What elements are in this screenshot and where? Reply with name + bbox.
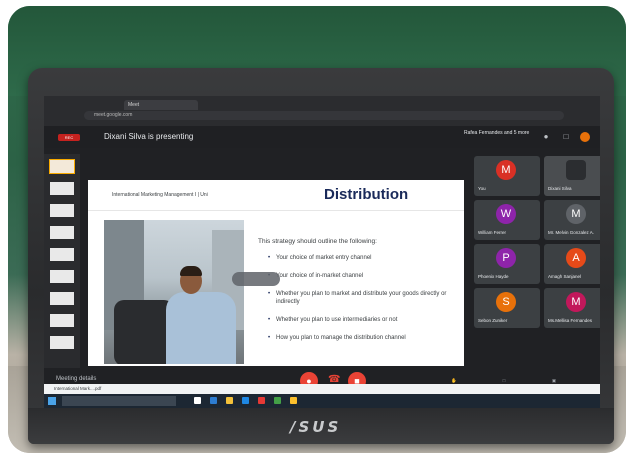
- participant-avatar: P: [496, 248, 516, 268]
- brand-logo: /SUS: [290, 418, 342, 436]
- annotation-toolbar[interactable]: [232, 272, 280, 286]
- slide-thumbnail[interactable]: [49, 159, 75, 174]
- slide-thumbnail[interactable]: [50, 270, 74, 283]
- slide-bullets: Your choice of market entry channel Your…: [268, 254, 458, 352]
- participant-avatar: M: [566, 204, 586, 224]
- slide-intro: This strategy should outline the followi…: [258, 238, 377, 245]
- browser-chrome: Meet meet.google.com: [44, 96, 600, 126]
- edge-icon[interactable]: [210, 397, 217, 404]
- participant-tile[interactable]: M You: [474, 156, 540, 196]
- meeting-details-button[interactable]: Meeting details: [56, 376, 96, 382]
- slide-thumbnail[interactable]: [50, 204, 74, 217]
- slide-thumbnail[interactable]: [50, 248, 74, 261]
- store-icon[interactable]: [242, 397, 249, 404]
- task-view-icon[interactable]: [194, 397, 201, 404]
- backpack: [114, 300, 174, 364]
- avatar[interactable]: [580, 132, 590, 142]
- participant-tile[interactable]: A Amagh Sanjanel: [544, 244, 600, 284]
- folder-icon[interactable]: [226, 397, 233, 404]
- app-icon[interactable]: [258, 397, 265, 404]
- bullet-item: Your choice of in-market channel: [268, 272, 458, 280]
- slide-thumbnails: [44, 154, 80, 384]
- participant-tile[interactable]: P Phoenix Hayde: [474, 244, 540, 284]
- person-hair: [180, 266, 202, 276]
- slide-header: International Marketing Management I | U…: [88, 180, 464, 211]
- participant-tile[interactable]: W William Ferrer: [474, 200, 540, 240]
- laptop-screen: Meet meet.google.com REC Dixani Silva is…: [44, 96, 600, 408]
- captions-button[interactable]: □: [484, 378, 524, 383]
- people-icon[interactable]: ●: [538, 132, 554, 142]
- windows-start-icon[interactable]: [48, 397, 56, 405]
- participant-tile[interactable]: M Mr. Melvin Gonzalez A.: [544, 200, 600, 240]
- participant-name: Sebon Zuniker: [478, 318, 508, 323]
- person-body: [166, 292, 236, 364]
- slide-thumbnail[interactable]: [50, 182, 74, 195]
- download-item[interactable]: International Mark....pdf: [54, 386, 101, 391]
- slide-photo: [104, 220, 244, 364]
- participant-name: Ms.Mellisa Fernandes: [548, 318, 593, 323]
- participant-avatar: M: [496, 160, 516, 180]
- laptop: Meet meet.google.com REC Dixani Silva is…: [28, 68, 614, 444]
- address-bar[interactable]: meet.google.com: [84, 111, 564, 120]
- taskbar-search[interactable]: [62, 396, 176, 406]
- participant-tile[interactable]: M Ms.Mellisa Fernandes: [544, 288, 600, 328]
- slide-thumbnail[interactable]: [50, 292, 74, 305]
- slide-thumbnail[interactable]: [50, 336, 74, 349]
- bullet-item: Whether you plan to market and distribut…: [268, 290, 458, 306]
- presenting-text: Dixani Silva is presenting: [104, 132, 194, 141]
- participant-tile[interactable]: Dixani Silva: [544, 156, 600, 196]
- download-bar: [44, 384, 600, 394]
- participant-name: Dixani Silva: [548, 186, 572, 191]
- participant-avatar: S: [496, 292, 516, 312]
- participant-name: Mr. Melvin Gonzalez A.: [548, 230, 595, 235]
- bullet-item: How you plan to manage the distribution …: [268, 334, 458, 342]
- photo-frame: Meet meet.google.com REC Dixani Silva is…: [8, 6, 626, 453]
- slide-course-title: International Marketing Management I | U…: [112, 192, 208, 198]
- participant-avatar: M: [566, 292, 586, 312]
- slide-thumbnail[interactable]: [50, 226, 74, 239]
- bullet-item: Your choice of market entry channel: [268, 254, 458, 262]
- slide-title: Distribution: [324, 186, 409, 203]
- chrome-icon[interactable]: [274, 397, 281, 404]
- slide-thumbnail[interactable]: [50, 314, 74, 327]
- participant-video: [566, 160, 586, 180]
- participant-avatar: W: [496, 204, 516, 224]
- participant-avatar: A: [566, 248, 586, 268]
- bullet-item: Whether you plan to use intermediaries o…: [268, 316, 458, 324]
- participant-name: Amagh Sanjanel: [548, 274, 582, 279]
- participant-name: William Ferrer: [478, 230, 506, 235]
- participant-name: You: [478, 186, 486, 191]
- browser-tab[interactable]: Meet: [124, 100, 198, 110]
- participants-summary: Rafea Fernandes and 5 more: [464, 130, 530, 136]
- app-icon[interactable]: [290, 397, 297, 404]
- recording-badge: REC: [58, 134, 80, 141]
- chat-icon[interactable]: □: [558, 132, 574, 142]
- participant-name: Phoenix Hayde: [478, 274, 509, 279]
- participant-tile[interactable]: S Sebon Zuniker: [474, 288, 540, 328]
